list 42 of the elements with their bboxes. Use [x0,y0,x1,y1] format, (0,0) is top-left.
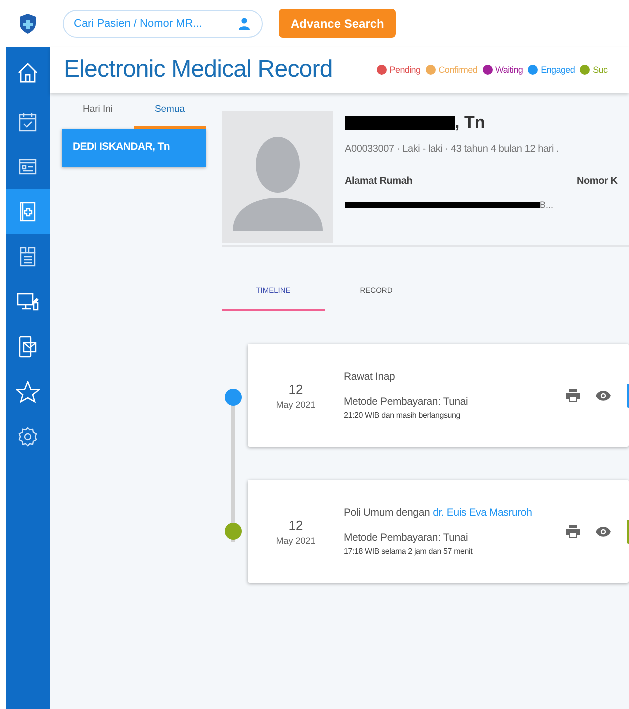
payment-method: Metode Pembayaran: Tunai [344,396,470,408]
user-icon [239,18,250,30]
page-title: Electronic Medical Record [64,56,333,84]
visit-month: May 2021 [275,536,317,546]
id-card-icon [19,158,37,174]
person-silhouette-icon [232,137,322,231]
medical-book-icon [20,202,36,222]
search-field[interactable]: Cari Pasien / Nomor MR... [63,10,263,38]
status-label: Pending [390,65,421,75]
patient-name: , Tn [455,113,486,133]
status-label: Confirmed [438,65,478,75]
phone-mail-icon [19,336,37,358]
visit-title: Rawat Inap [344,371,396,383]
print-icon[interactable] [566,389,580,402]
print-icon[interactable] [566,525,580,538]
settings-icon [18,426,38,446]
home-icon [17,62,39,84]
visit-time: 17:18 WIB selama 2 jam dan 57 menit [344,547,474,556]
visit-title: Poli Umum dengan dr. Euis Eva Masruroh [344,507,534,519]
address-value: B... [540,200,554,210]
status-label: Suc [593,65,608,75]
shield-logo-icon [19,12,37,34]
calendar-check-icon [19,112,37,132]
address-label: Alamat Rumah [345,176,414,187]
star-icon [16,380,40,402]
patient-details: A00033007 · Laki - laki · 43 tahun 4 bulan 12 hari . [345,144,560,155]
visit-time: 21:20 WIB dan masih berlangsung [344,411,462,420]
visit-month: May 2021 [275,400,317,410]
status-label: Engaged [541,65,576,75]
doctor-link[interactable]: dr. Euis Eva Masruroh [433,507,532,519]
payment-method: Metode Pembayaran: Tunai [344,532,470,544]
view-icon[interactable] [596,526,611,536]
filter-tab[interactable]: Hari Ini [62,101,134,129]
visit-day: 12 [248,382,344,396]
patient-list-item[interactable]: DEDI ISKANDAR, Tn [62,129,206,167]
visit-day: 12 [248,518,344,532]
nav-item[interactable] [6,189,50,234]
monitor-icon [17,292,39,310]
view-icon[interactable] [596,390,611,400]
status-label: Waiting [496,65,524,75]
field-label: Nomor K [577,176,618,187]
building-icon [20,246,36,266]
